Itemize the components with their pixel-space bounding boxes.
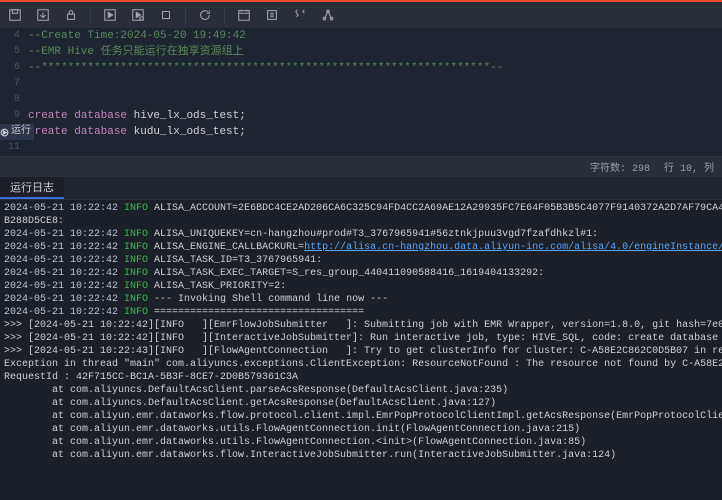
cursor-position: 行 10, 列 <box>664 159 714 175</box>
run-icon[interactable] <box>101 6 119 24</box>
stop-icon[interactable] <box>157 6 175 24</box>
separator <box>90 7 91 23</box>
toolbar <box>0 0 722 28</box>
submit-icon[interactable] <box>34 6 52 24</box>
separator <box>185 7 186 23</box>
format-icon[interactable] <box>291 6 309 24</box>
graph-icon[interactable] <box>319 6 337 24</box>
save-icon[interactable] <box>6 6 24 24</box>
schedule-icon[interactable] <box>235 6 253 24</box>
run-marked-icon[interactable] <box>129 6 147 24</box>
lock-icon[interactable] <box>62 6 80 24</box>
tab-run-log[interactable]: 运行日志 <box>0 177 64 199</box>
separator <box>224 7 225 23</box>
char-count: 字符数: 298 <box>590 159 650 175</box>
run-line-badge[interactable]: 运行 <box>0 124 34 140</box>
refresh-icon[interactable] <box>196 6 214 24</box>
code-editor[interactable]: 4--Create Time:2024-05-20 19:49:425--EMR… <box>0 28 722 157</box>
log-tabs: 运行日志 <box>0 177 722 200</box>
deploy-icon[interactable] <box>263 6 281 24</box>
status-bar: 字符数: 298 行 10, 列 <box>0 157 722 177</box>
log-output[interactable]: 2024-05-21 10:22:42 INFO ALISA_ACCOUNT=2… <box>0 200 722 462</box>
